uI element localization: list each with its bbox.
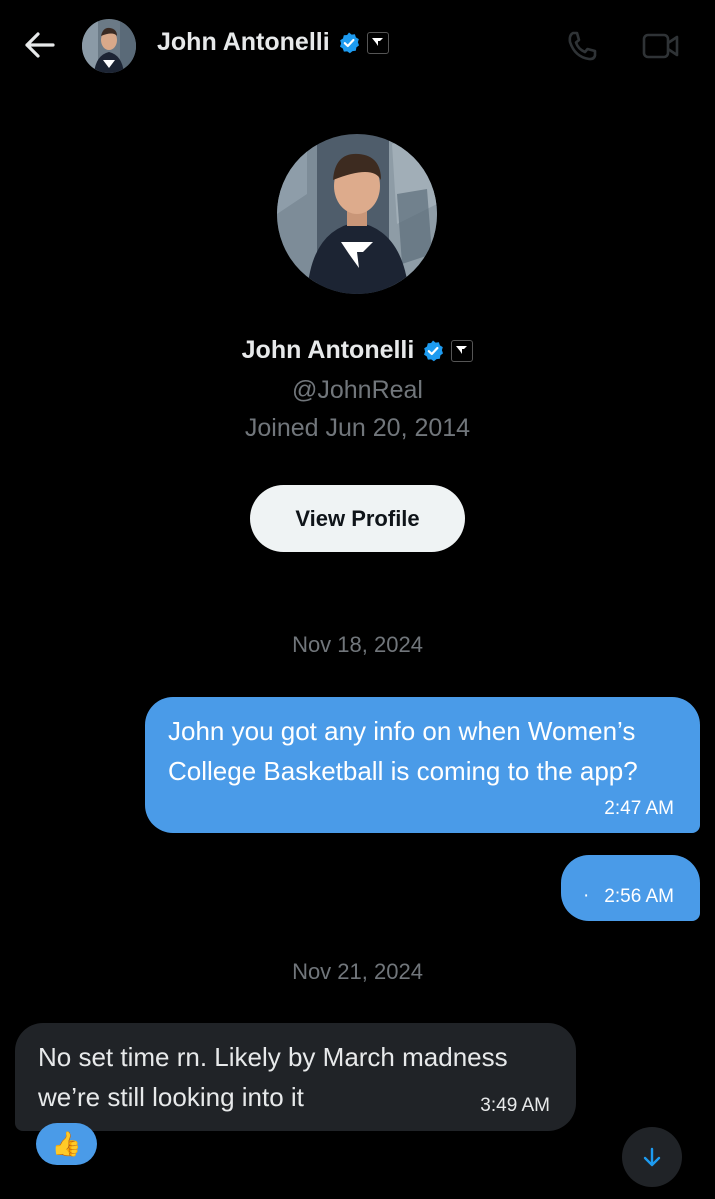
phone-icon[interactable]	[565, 30, 599, 62]
view-profile-button[interactable]: View Profile	[250, 485, 465, 552]
arrow-down-icon	[643, 1147, 661, 1167]
arrow-left-icon[interactable]	[22, 30, 56, 60]
message-text-line: we’re still looking into it	[38, 1082, 304, 1112]
conversation-header: John Antonelli	[0, 0, 715, 92]
profile-joined-date: Joined Jun 20, 2014	[244, 414, 471, 442]
message-timestamp: 2:47 AM	[604, 798, 674, 819]
date-separator: Nov 18, 2024	[292, 632, 423, 657]
message-text-line: College Basketball is coming to the app?	[168, 756, 638, 786]
message-timestamp: 2:56 AM	[604, 886, 674, 907]
message-text-line: No set time rn. Likely by March madness	[38, 1042, 508, 1072]
verified-badge-icon	[339, 32, 359, 53]
message-text-line: John you got any info on when Women’s	[168, 716, 636, 746]
message-timestamp: 3:49 AM	[480, 1095, 550, 1116]
header-title[interactable]: John Antonelli	[157, 28, 389, 57]
profile-avatar[interactable]	[277, 134, 437, 294]
profile-name: John Antonelli	[241, 336, 415, 364]
header-avatar[interactable]	[82, 19, 136, 73]
scroll-to-bottom-button[interactable]	[622, 1127, 682, 1187]
message-dot: ·	[583, 885, 590, 906]
message-bubble-incoming[interactable]: No set time rn. Likely by March madness …	[15, 1023, 576, 1131]
thumbs-up-icon: 👍	[51, 1130, 82, 1158]
verified-badge-icon	[424, 340, 444, 361]
message-bubble-outgoing[interactable]: John you got any info on when Women’s Co…	[145, 697, 700, 833]
message-bubble-outgoing[interactable]: · 2:56 AM	[561, 855, 700, 921]
video-camera-icon[interactable]	[642, 32, 680, 60]
affiliate-logo-icon[interactable]	[366, 31, 389, 54]
profile-name-row: John Antonelli	[0, 336, 715, 365]
affiliate-logo-icon[interactable]	[451, 339, 474, 362]
thumbs-up-reaction[interactable]: 👍	[36, 1123, 97, 1165]
header-name: John Antonelli	[157, 28, 330, 56]
profile-handle: @JohnReal	[291, 376, 423, 404]
date-separator: Nov 21, 2024	[292, 959, 423, 984]
